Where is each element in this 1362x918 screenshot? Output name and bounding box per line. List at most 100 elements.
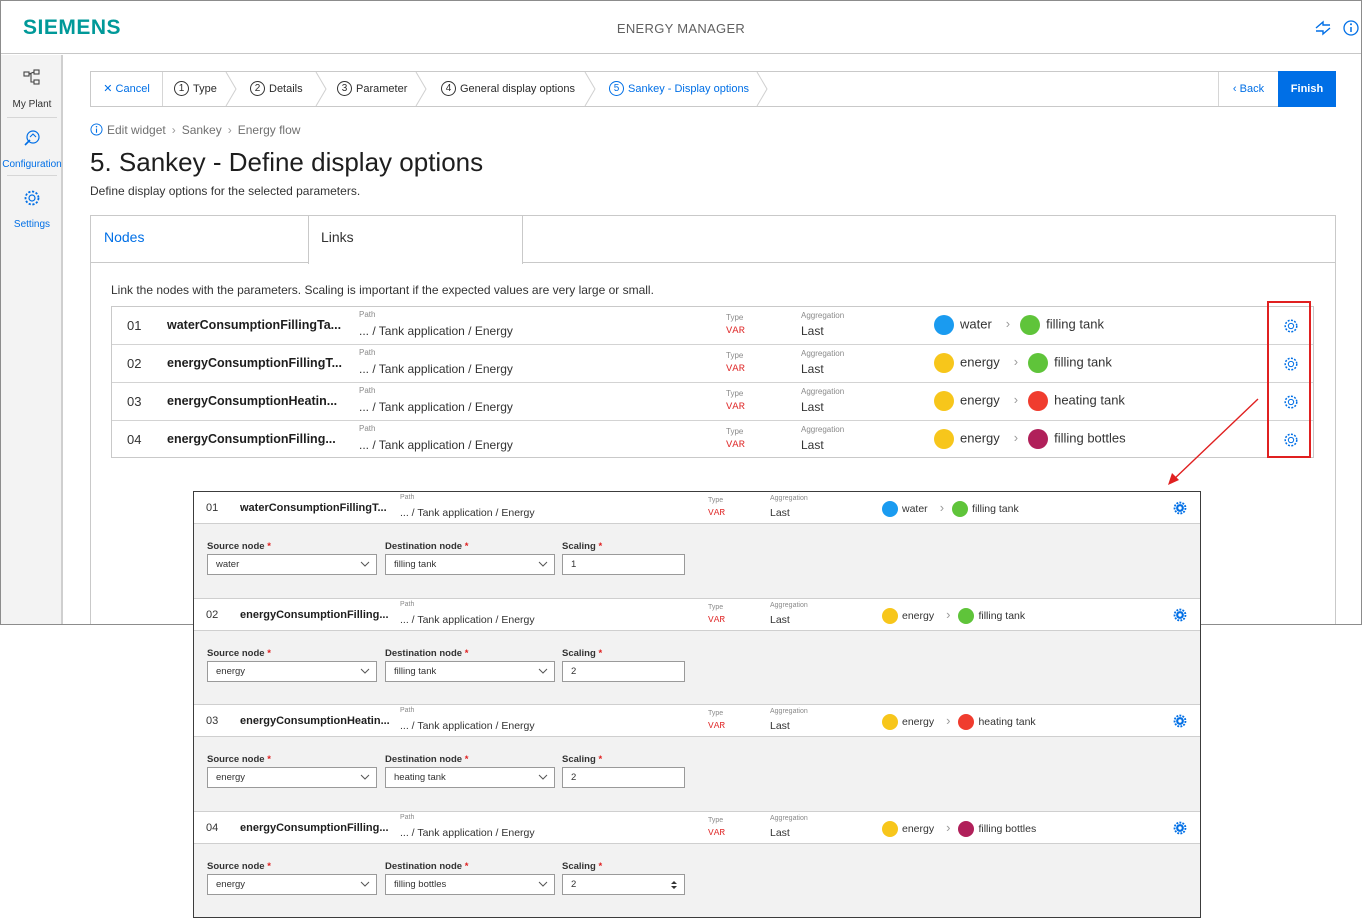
finish-button[interactable]: Finish bbox=[1278, 71, 1336, 107]
input-value: 1 bbox=[571, 559, 577, 570]
source-node-name: water bbox=[960, 316, 992, 332]
source-node-label: Source node * bbox=[207, 754, 271, 765]
aggregation-label: Aggregation bbox=[801, 425, 845, 434]
sidebar-item-settings[interactable]: Settings bbox=[1, 177, 63, 235]
type-label: Type bbox=[708, 604, 724, 611]
scaling-input[interactable]: 1 bbox=[562, 554, 685, 575]
destination-node-name: filling tank bbox=[1046, 316, 1104, 332]
type-label: Type bbox=[726, 427, 744, 436]
source-node-label: Source node * bbox=[207, 861, 271, 872]
chevron-right-icon: › bbox=[946, 607, 951, 622]
row-number: 03 bbox=[127, 394, 142, 409]
links-description: Link the nodes with the parameters. Scal… bbox=[111, 283, 654, 297]
switch-app-icon[interactable] bbox=[1314, 19, 1332, 37]
wizard-step-details[interactable]: 2 Details bbox=[250, 72, 303, 106]
source-node-select[interactable]: water bbox=[207, 554, 377, 575]
gear-icon[interactable] bbox=[1173, 821, 1187, 835]
type-value: VAR bbox=[708, 614, 726, 625]
path-label: Path bbox=[400, 814, 415, 821]
back-button[interactable]: ‹ Back bbox=[1218, 72, 1278, 106]
configuration-icon bbox=[24, 130, 40, 146]
destination-node-select[interactable]: heating tank bbox=[385, 767, 555, 788]
row-number: 01 bbox=[127, 318, 142, 333]
source-color-dot bbox=[934, 353, 954, 373]
path-value: ... / Tank application / Energy bbox=[359, 362, 513, 376]
source-node-label: Source node * bbox=[207, 648, 271, 659]
expanded-links-inset: 01 waterConsumptionFillingT... Path ... / T… bbox=[193, 491, 1201, 918]
cancel-label: Cancel bbox=[115, 83, 150, 95]
path-value: ... / Tank application / Energy bbox=[400, 827, 535, 839]
row-number: 02 bbox=[206, 609, 219, 621]
sidebar-item-configuration[interactable]: Configuration bbox=[1, 117, 63, 175]
expanded-row-header: 01 waterConsumptionFillingT... Path ... / T… bbox=[194, 492, 1200, 524]
breadcrumb-sankey[interactable]: Sankey bbox=[182, 123, 222, 137]
sidebar-item-label: My Plant bbox=[12, 99, 52, 110]
wizard-step-type[interactable]: 1 Type bbox=[174, 72, 217, 106]
source-node-select[interactable]: energy bbox=[207, 874, 377, 895]
info-icon[interactable] bbox=[1342, 19, 1360, 37]
info-icon bbox=[90, 123, 103, 136]
page-title: 5. Sankey - Define display options bbox=[90, 147, 484, 177]
chevron-right-icon: › bbox=[1013, 354, 1019, 370]
destination-node-select[interactable]: filling tank bbox=[385, 554, 555, 575]
tab-nodes[interactable]: Nodes bbox=[91, 216, 308, 263]
callout-arrow-icon bbox=[1168, 398, 1259, 485]
aggregation-value: Last bbox=[801, 362, 824, 376]
destination-color-dot bbox=[958, 608, 975, 625]
sidebar-divider bbox=[7, 175, 57, 176]
aggregation-label: Aggregation bbox=[801, 311, 845, 320]
aggregation-label: Aggregation bbox=[770, 602, 808, 609]
path-value: ... / Tank application / Energy bbox=[359, 324, 513, 338]
gear-icon[interactable] bbox=[1173, 501, 1187, 515]
step-label: Sankey - Display options bbox=[628, 83, 750, 95]
source-node-select[interactable]: energy bbox=[207, 661, 377, 682]
step-number: 4 bbox=[441, 80, 456, 96]
wizard-step-sankey-display-options[interactable]: 5 Sankey - Display options bbox=[609, 72, 749, 106]
chevron-down-icon bbox=[538, 668, 548, 674]
destination-node-name: filling tank bbox=[1054, 354, 1112, 370]
sidebar: My Plant Configuration Settings bbox=[1, 55, 63, 624]
cancel-button[interactable]: ✕ Cancel bbox=[91, 72, 163, 106]
destination-color-dot bbox=[1028, 391, 1049, 411]
chevron-left-icon: ‹ bbox=[1232, 83, 1237, 95]
gear-icon[interactable] bbox=[1173, 608, 1187, 622]
chevron-down-icon bbox=[360, 881, 370, 887]
destination-node-name: heating tank bbox=[978, 716, 1036, 728]
aggregation-label: Aggregation bbox=[770, 708, 808, 715]
path-label: Path bbox=[359, 348, 376, 357]
source-node-name: energy bbox=[960, 430, 1000, 446]
scaling-input[interactable]: 2 bbox=[562, 661, 685, 682]
chevron-right-icon: › bbox=[1013, 392, 1019, 408]
chevron-down-icon bbox=[538, 881, 548, 887]
link-nodes: water › filling tank bbox=[934, 315, 1104, 335]
destination-node-label: Destination node * bbox=[385, 541, 469, 552]
source-node-name: water bbox=[902, 503, 928, 515]
step-number: 5 bbox=[609, 80, 624, 96]
parameter-name: energyConsumptionFillingT... bbox=[167, 356, 342, 370]
source-color-dot bbox=[934, 429, 954, 449]
link-nodes: energy › heating tank bbox=[934, 391, 1125, 411]
wizard-step-general-display-options[interactable]: 4 General display options bbox=[441, 72, 575, 106]
path-value: ... / Tank application / Energy bbox=[359, 438, 513, 452]
destination-node-select[interactable]: filling bottles bbox=[385, 874, 555, 895]
select-value: energy bbox=[216, 772, 246, 783]
destination-node-name: heating tank bbox=[1054, 392, 1125, 408]
parameter-name: energyConsumptionFilling... bbox=[240, 822, 389, 834]
chevron-down-icon bbox=[360, 668, 370, 674]
back-label: Back bbox=[1239, 83, 1265, 95]
gear-icon[interactable] bbox=[1173, 714, 1187, 728]
destination-node-select[interactable]: filling tank bbox=[385, 661, 555, 682]
table-row: 04 energyConsumptionFilling... Path ... / T… bbox=[112, 421, 1313, 459]
source-node-select[interactable]: energy bbox=[207, 767, 377, 788]
scaling-input[interactable]: 2 bbox=[562, 874, 685, 895]
sidebar-item-my-plant[interactable]: My Plant bbox=[1, 57, 63, 115]
breadcrumb-edit-widget[interactable]: Edit widget bbox=[107, 123, 166, 137]
breadcrumb: Edit widget › Sankey › Energy flow bbox=[90, 123, 300, 137]
chevron-right-icon: › bbox=[946, 713, 951, 728]
tab-links[interactable]: Links bbox=[308, 216, 523, 264]
type-value: VAR bbox=[726, 363, 745, 375]
scaling-input[interactable]: 2 bbox=[562, 767, 685, 788]
chevron-down-icon bbox=[360, 774, 370, 780]
wizard-step-parameter[interactable]: 3 Parameter bbox=[337, 72, 407, 106]
chevron-right-icon: › bbox=[946, 820, 951, 835]
